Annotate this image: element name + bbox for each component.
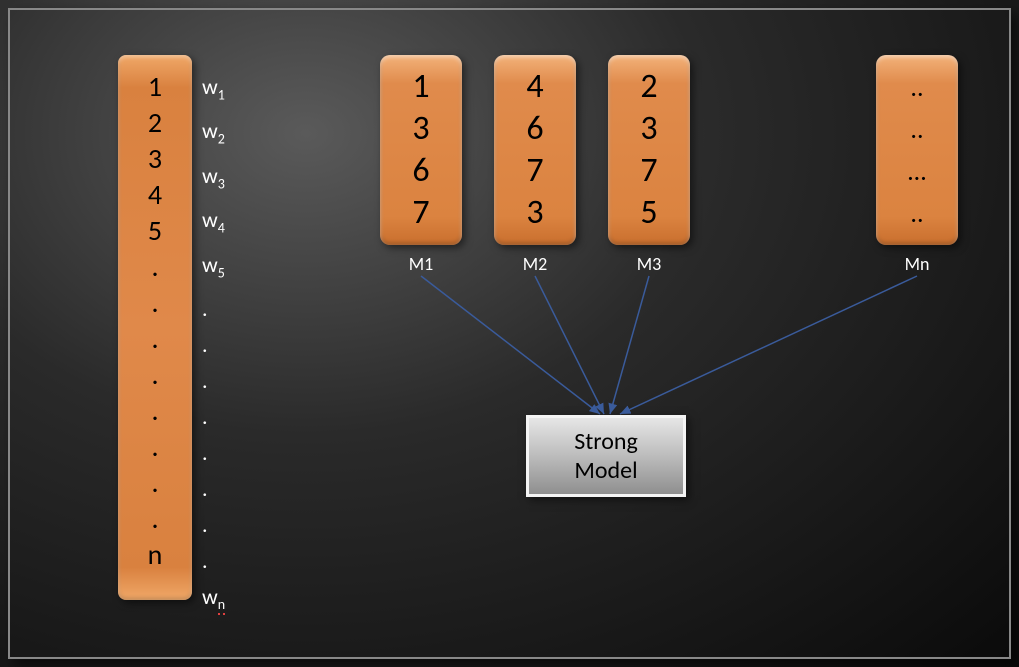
sample-value: 5 <box>640 193 657 233</box>
sample-value: 7 <box>412 193 429 233</box>
weight-sub: 4 <box>218 220 225 237</box>
weight-label: w5 <box>202 247 225 291</box>
dataset-item-n: n <box>148 537 163 573</box>
weight-label: w4 <box>202 202 225 246</box>
weights-column: w1 w2 w3 w4 w5 . . . . . . . . wn <box>202 55 225 637</box>
dataset-item: 3 <box>148 141 162 177</box>
model-label-m2: M2 <box>494 253 576 275</box>
ellipsis-dot: . <box>151 429 158 465</box>
ellipsis-dot: . <box>202 471 225 507</box>
ellipsis-dot: . <box>151 249 158 285</box>
ellipsis-dot: . <box>202 435 225 471</box>
weight-sub: 1 <box>218 86 225 103</box>
model-label-mn: Mn <box>876 253 958 275</box>
dataset-item: 4 <box>148 177 162 213</box>
model-label-m3: M3 <box>608 253 690 275</box>
dataset-item: 1 <box>148 69 162 105</box>
model-box-mn: .. .. … .. <box>876 55 958 245</box>
weight-sub: 5 <box>218 264 225 281</box>
sample-value: 1 <box>412 67 429 107</box>
sample-value: 7 <box>640 151 657 191</box>
model-label-m1: M1 <box>380 253 462 275</box>
strong-model-box: Strong Model <box>526 415 686 497</box>
weight-label-n: wn <box>202 579 225 623</box>
dataset-item: 2 <box>148 105 162 141</box>
weight-base: w <box>202 162 218 189</box>
sample-value: 2 <box>640 67 657 107</box>
dataset-item: 5 <box>148 213 162 249</box>
weight-sub: n <box>218 596 225 615</box>
weight-label: w3 <box>202 158 225 202</box>
ellipsis-dot: . <box>202 399 225 435</box>
weight-base: w <box>202 117 218 144</box>
ellipsis-dot: . <box>151 393 158 429</box>
ellipsis-dot: . <box>151 285 158 321</box>
ellipsis-dot: . <box>151 321 158 357</box>
weight-base: w <box>202 73 218 100</box>
ellipsis-dot: . <box>151 357 158 393</box>
ellipsis-dot: . <box>202 327 225 363</box>
weight-base: w <box>202 251 218 278</box>
sample-value: 4 <box>526 67 543 107</box>
weight-sub: 2 <box>218 131 225 148</box>
ellipsis-dot: . <box>202 363 225 399</box>
sample-value: 6 <box>526 109 543 149</box>
model-box-m2: 4 6 7 3 <box>494 55 576 245</box>
weight-sub: 3 <box>218 175 225 192</box>
sample-value: .. <box>910 193 923 233</box>
model-box-m3: 2 3 7 5 <box>608 55 690 245</box>
sample-value: 3 <box>640 109 657 149</box>
weight-label: w1 <box>202 69 225 113</box>
sample-value: 6 <box>412 151 429 191</box>
sample-value: .. <box>910 109 923 149</box>
strong-model-label-line2: Model <box>574 456 637 485</box>
weight-base: w <box>202 583 218 610</box>
sample-value: … <box>908 151 926 191</box>
sample-value: .. <box>910 67 923 107</box>
ellipsis-dot: . <box>202 291 225 327</box>
model-box-m1: 1 3 6 7 <box>380 55 462 245</box>
sample-value: 3 <box>412 109 429 149</box>
ellipsis-dot: . <box>202 543 225 579</box>
weight-base: w <box>202 206 218 233</box>
sample-value: 3 <box>526 193 543 233</box>
ellipsis-dot: . <box>151 501 158 537</box>
sample-value: 7 <box>526 151 543 191</box>
strong-model-label-line1: Strong <box>574 427 638 456</box>
ellipsis-dot: . <box>202 507 225 543</box>
weight-label: w2 <box>202 113 225 157</box>
ellipsis-dot: . <box>151 465 158 501</box>
dataset-box: 1 2 3 4 5 . . . . . . . . n <box>118 55 192 600</box>
